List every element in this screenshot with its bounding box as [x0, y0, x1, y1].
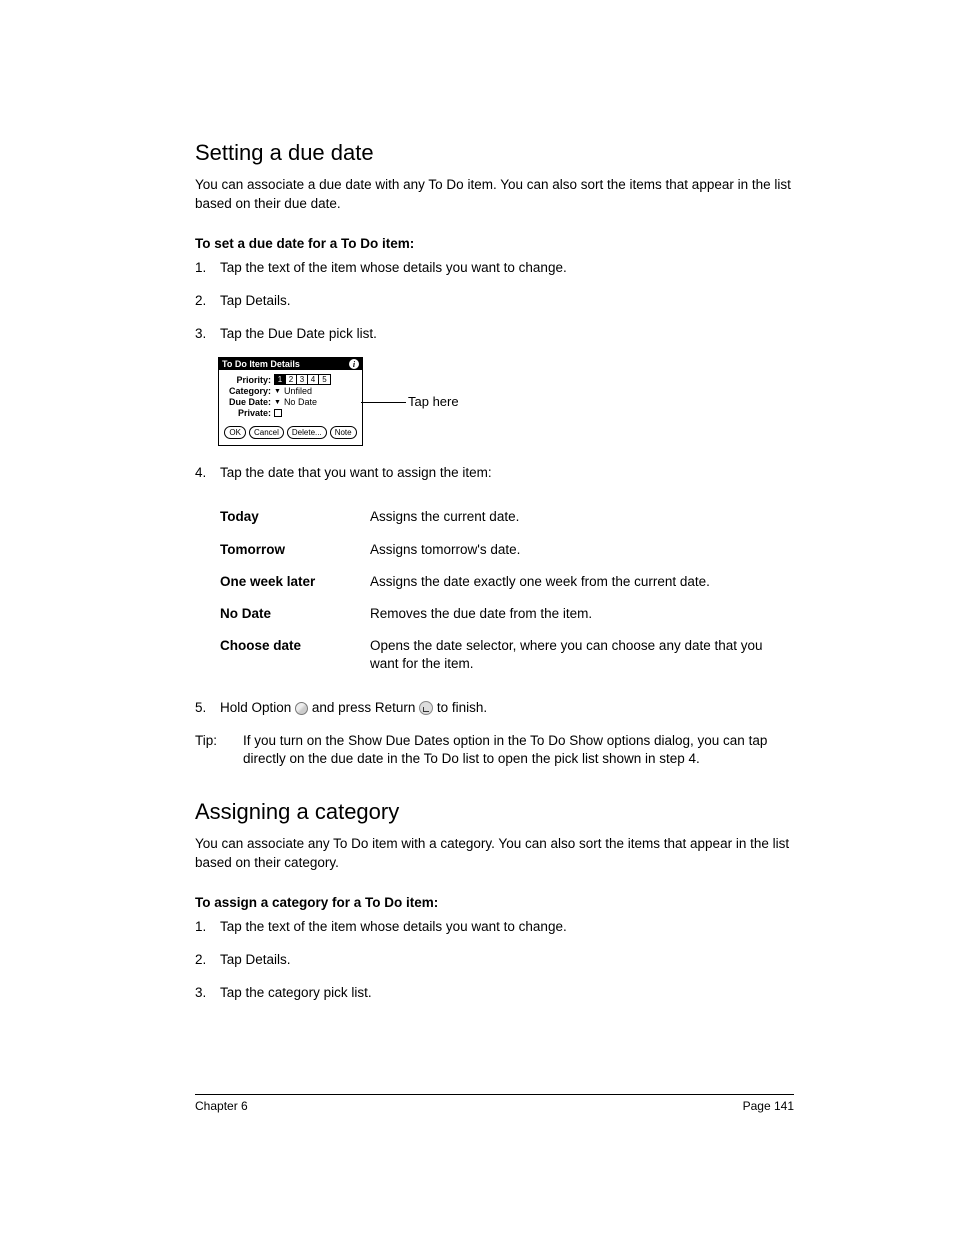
cancel-button: Cancel [249, 426, 284, 439]
device-title: To Do Item Details [222, 359, 300, 369]
intro-text-2: You can associate any To Do item with a … [195, 835, 794, 873]
opt-term: No Date [220, 598, 370, 630]
priority-4: 4 [308, 375, 319, 384]
step-num: 2. [195, 292, 206, 311]
device-titlebar: To Do Item Details i [219, 358, 362, 370]
opt-desc: Assigns the current date. [370, 501, 785, 533]
subhead-2: To assign a category for a To Do item: [195, 895, 794, 910]
priority-3: 3 [297, 375, 308, 384]
step-text: Tap Details. [220, 293, 291, 308]
step-text: Tap the text of the item whose details y… [220, 919, 567, 934]
step-1: 1. Tap the text of the item whose detail… [195, 259, 794, 278]
steps-list-1: 1. Tap the text of the item whose detail… [195, 259, 794, 344]
step-text-b: and press Return [312, 700, 419, 715]
category-row: Category: ▼ Unfiled [223, 386, 358, 396]
opt-desc: Opens the date selector, where you can c… [370, 630, 785, 680]
option-key-icon [295, 702, 308, 715]
step-text-c: to finish. [437, 700, 487, 715]
duedate-row: Due Date: ▼ No Date [223, 397, 358, 407]
category-label: Category: [223, 386, 271, 396]
dropdown-icon: ▼ [274, 388, 281, 395]
step-num: 1. [195, 918, 206, 937]
subhead-1: To set a due date for a To Do item: [195, 236, 794, 251]
step-text: Tap the date that you want to assign the… [220, 465, 492, 480]
step-2: 2. Tap Details. [195, 951, 794, 970]
priority-row: Priority: 1 2 3 4 5 [223, 374, 358, 385]
table-row: One week later Assigns the date exactly … [220, 566, 785, 598]
step-4: 4. Tap the date that you want to assign … [195, 464, 794, 483]
duedate-label: Due Date: [223, 397, 271, 407]
step-num: 2. [195, 951, 206, 970]
step-num: 3. [195, 984, 206, 1003]
priority-1: 1 [275, 375, 286, 384]
opt-term: Today [220, 501, 370, 533]
device-buttons: OK Cancel Delete... Note [223, 426, 358, 441]
opt-term: Choose date [220, 630, 370, 680]
callout-text: Tap here [408, 394, 459, 409]
private-row: Private: [223, 408, 358, 418]
priority-5: 5 [319, 375, 330, 384]
footer-left: Chapter 6 [195, 1099, 248, 1113]
table-row: Tomorrow Assigns tomorrow's date. [220, 534, 785, 566]
tip-label: Tip: [195, 732, 243, 770]
return-key-icon [419, 701, 433, 715]
intro-text-1: You can associate a due date with any To… [195, 176, 794, 214]
step-num: 1. [195, 259, 206, 278]
delete-button: Delete... [287, 426, 327, 439]
footer-right: Page 141 [743, 1099, 794, 1113]
step-1: 1. Tap the text of the item whose detail… [195, 918, 794, 937]
step-text: Tap the category pick list. [220, 985, 372, 1000]
opt-desc: Removes the due date from the item. [370, 598, 785, 630]
private-label: Private: [223, 408, 271, 418]
options-table: Today Assigns the current date. Tomorrow… [220, 501, 785, 680]
table-row: Today Assigns the current date. [220, 501, 785, 533]
priority-2: 2 [286, 375, 297, 384]
step-text-a: Hold Option [220, 700, 295, 715]
step-text: Tap the text of the item whose details y… [220, 260, 567, 275]
tip-row: Tip: If you turn on the Show Due Dates o… [195, 732, 794, 770]
table-row: Choose date Opens the date selector, whe… [220, 630, 785, 680]
heading-assigning-category: Assigning a category [195, 799, 794, 825]
heading-setting-due-date: Setting a due date [195, 140, 794, 166]
step-2: 2. Tap Details. [195, 292, 794, 311]
opt-desc: Assigns the date exactly one week from t… [370, 566, 785, 598]
step-num: 5. [195, 699, 206, 718]
category-value: Unfiled [284, 386, 312, 396]
step-num: 3. [195, 325, 206, 344]
step-text: Tap Details. [220, 952, 291, 967]
step-5: 5. Hold Option and press Return to finis… [195, 699, 794, 718]
page-footer: Chapter 6 Page 141 [195, 1094, 794, 1113]
steps-list-1c: 5. Hold Option and press Return to finis… [195, 699, 794, 718]
step-3: 3. Tap the category pick list. [195, 984, 794, 1003]
step-3: 3. Tap the Due Date pick list. [195, 325, 794, 344]
step-text: Tap the Due Date pick list. [220, 326, 377, 341]
device-figure: To Do Item Details i Priority: 1 2 3 4 5… [218, 357, 794, 446]
duedate-value: No Date [284, 397, 317, 407]
opt-term: Tomorrow [220, 534, 370, 566]
dropdown-icon: ▼ [274, 399, 281, 406]
table-row: No Date Removes the due date from the it… [220, 598, 785, 630]
opt-term: One week later [220, 566, 370, 598]
note-button: Note [330, 426, 357, 439]
steps-list-1b: 4. Tap the date that you want to assign … [195, 464, 794, 483]
callout-line [361, 402, 406, 403]
ok-button: OK [224, 426, 246, 439]
info-icon: i [349, 359, 359, 369]
opt-desc: Assigns tomorrow's date. [370, 534, 785, 566]
steps-list-2: 1. Tap the text of the item whose detail… [195, 918, 794, 1003]
priority-label: Priority: [223, 375, 271, 385]
step-num: 4. [195, 464, 206, 483]
device-screenshot: To Do Item Details i Priority: 1 2 3 4 5… [218, 357, 363, 446]
tip-text: If you turn on the Show Due Dates option… [243, 732, 794, 770]
priority-selector: 1 2 3 4 5 [274, 374, 331, 385]
private-checkbox [274, 409, 282, 417]
